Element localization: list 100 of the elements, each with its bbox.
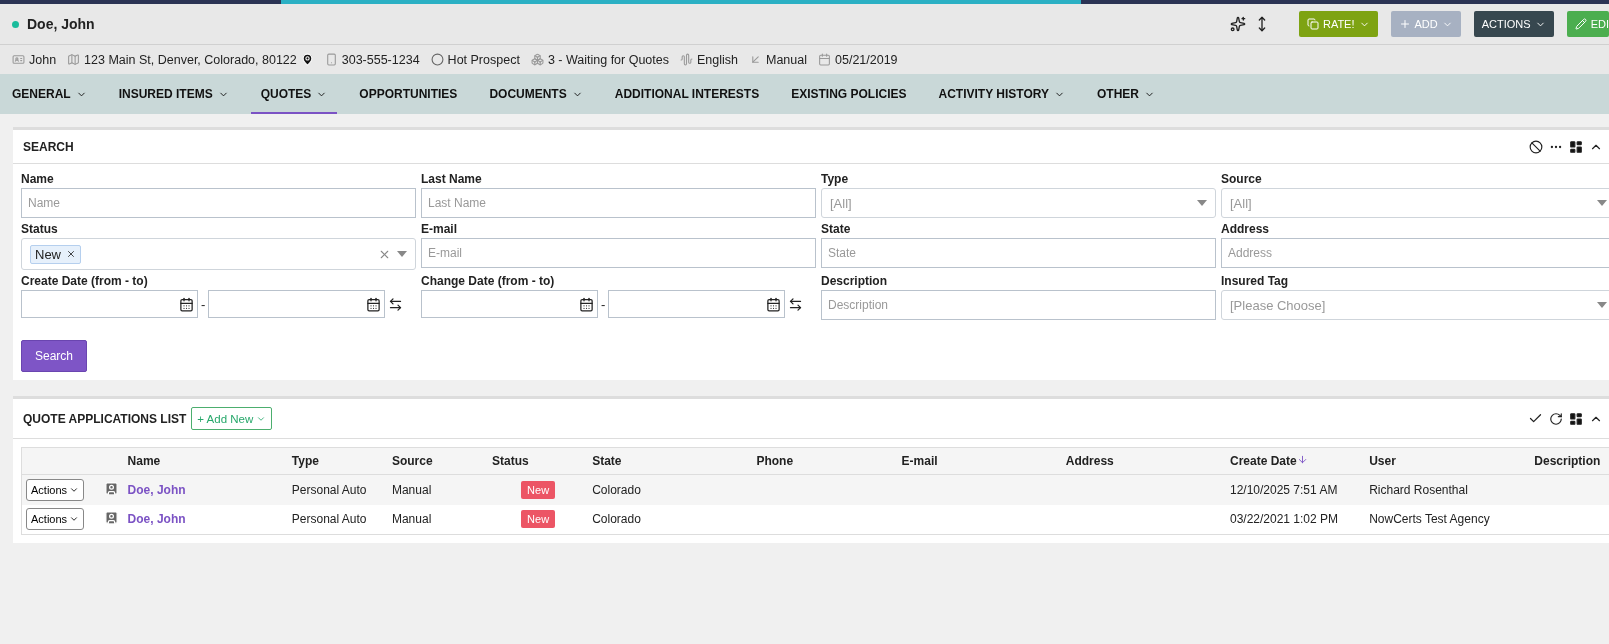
table-cell: Colorado [592, 482, 641, 497]
status-badge: New [521, 480, 556, 499]
caret-icon [1197, 200, 1207, 206]
date-field[interactable] [21, 290, 198, 318]
column-header[interactable]: E-mail [901, 454, 938, 468]
table-cell: Colorado [592, 512, 641, 527]
layout-icon[interactable] [1569, 411, 1583, 426]
boxes-icon [530, 53, 544, 66]
field-label: E-mail [421, 222, 458, 236]
actions-button[interactable]: ACTIONS [1473, 11, 1554, 37]
swap-icon[interactable] [388, 296, 404, 312]
text-field[interactable]: State [821, 238, 1216, 268]
copy-icon [1306, 18, 1319, 30]
panel-title: SEARCH [23, 139, 74, 154]
column-header[interactable]: Status [492, 454, 529, 468]
caret-icon [1597, 302, 1607, 308]
date-field[interactable] [208, 290, 386, 318]
text-field[interactable]: E-mail [421, 238, 816, 268]
caret-icon [397, 251, 407, 257]
nav-tab[interactable]: INSURED ITEMS [108, 74, 239, 114]
pencil-icon [1574, 18, 1587, 30]
nav-tab[interactable]: GENERAL [2, 74, 97, 114]
table-cell: Manual [391, 512, 432, 527]
contact-icon [103, 510, 119, 526]
column-header[interactable]: User [1369, 454, 1396, 468]
calendar-icon[interactable] [579, 296, 594, 312]
text-field[interactable]: Name [21, 188, 416, 218]
info-text: Hot Prospect [447, 52, 520, 67]
table-cell: Manual [391, 482, 432, 497]
pin-icon [300, 53, 314, 66]
wave-icon [680, 53, 693, 66]
nav-tab[interactable]: OPPORTUNITIES [349, 74, 468, 114]
status-select[interactable]: New [21, 238, 416, 270]
column-header[interactable]: Type [291, 454, 319, 468]
field-label: Change Date (from - to) [421, 274, 556, 288]
info-text: 3 - Waiting for Quotes [547, 52, 669, 67]
ban-icon[interactable] [1529, 139, 1543, 154]
name-link[interactable]: Doe, John [127, 482, 186, 497]
column-header[interactable]: Phone [756, 454, 794, 468]
info-text: Manual [766, 52, 807, 67]
info-text: 05/21/2019 [835, 52, 898, 67]
table-cell: Richard Rosenthal [1369, 482, 1468, 497]
field-label: State [821, 222, 852, 236]
status-badge: New [521, 510, 556, 529]
search-button[interactable]: Search [21, 340, 87, 372]
date-field[interactable] [608, 290, 786, 318]
sort-icon[interactable] [1296, 454, 1308, 465]
client-name: Doe, John [27, 16, 95, 32]
status-dot [12, 20, 19, 28]
refresh-icon[interactable] [1549, 411, 1563, 426]
table-cell: Personal Auto [291, 482, 367, 497]
nav-tab[interactable]: QUOTES [250, 74, 338, 114]
calendar-icon[interactable] [766, 296, 782, 312]
field-label: Status [21, 222, 59, 236]
status-tag[interactable]: New [30, 244, 81, 264]
id-card-icon [12, 53, 25, 66]
sparkles-icon[interactable] [1229, 16, 1246, 32]
column-header[interactable]: Name [127, 454, 161, 468]
field-label: Name [21, 172, 55, 186]
panel-title: QUOTE APPLICATIONS LIST [23, 411, 187, 426]
calendar-icon[interactable] [366, 296, 382, 312]
phone-icon [324, 53, 338, 66]
contact-icon [103, 480, 119, 496]
field-label: Type [821, 172, 850, 186]
nav-tab[interactable]: ACTIVITY HISTORY [928, 74, 1075, 114]
field-label: Create Date (from - to) [21, 274, 149, 288]
remove-icon[interactable] [66, 249, 76, 259]
plus-icon [1398, 18, 1411, 30]
range-separator: - [601, 296, 606, 312]
table-cell: 12/10/2025 7:51 AM [1229, 482, 1338, 497]
field-label: Last Name [421, 172, 483, 186]
table-cell: Personal Auto [291, 512, 367, 527]
column-header[interactable]: Address [1065, 454, 1114, 468]
field-label: Source [1221, 172, 1263, 186]
date-field[interactable] [421, 290, 598, 318]
nav-tab[interactable]: OTHER [1087, 74, 1165, 114]
info-text: John [29, 52, 57, 67]
text-field[interactable]: Description [821, 290, 1216, 320]
calendar-icon [818, 53, 831, 66]
swap-icon[interactable] [788, 296, 804, 312]
table-cell: NowCerts Test Agency [1369, 512, 1490, 527]
info-text: English [697, 52, 738, 67]
nav-tab[interactable]: EXISTING POLICIES [781, 74, 917, 114]
field-label: Address [1221, 222, 1271, 236]
field-label: Description [821, 274, 888, 288]
calendar-icon[interactable] [179, 296, 194, 312]
info-text: 303-555-1234 [341, 52, 420, 67]
caret-icon [1597, 200, 1607, 206]
actions-button[interactable]: Actions [26, 478, 85, 501]
name-link[interactable]: Doe, John [127, 512, 186, 527]
nav-tab[interactable]: ADDITIONAL INTERESTS [604, 74, 770, 114]
text-field[interactable]: Address [1221, 238, 1609, 268]
text-field[interactable]: Last Name [421, 188, 816, 218]
nav-tab[interactable]: DOCUMENTS [479, 74, 593, 114]
column-header[interactable]: State [592, 454, 622, 468]
table-cell: 03/22/2021 1:02 PM [1229, 512, 1339, 527]
range-separator: - [201, 296, 206, 312]
actions-button[interactable]: Actions [26, 508, 85, 531]
layout-icon[interactable] [1569, 139, 1583, 154]
map-icon [67, 53, 81, 66]
